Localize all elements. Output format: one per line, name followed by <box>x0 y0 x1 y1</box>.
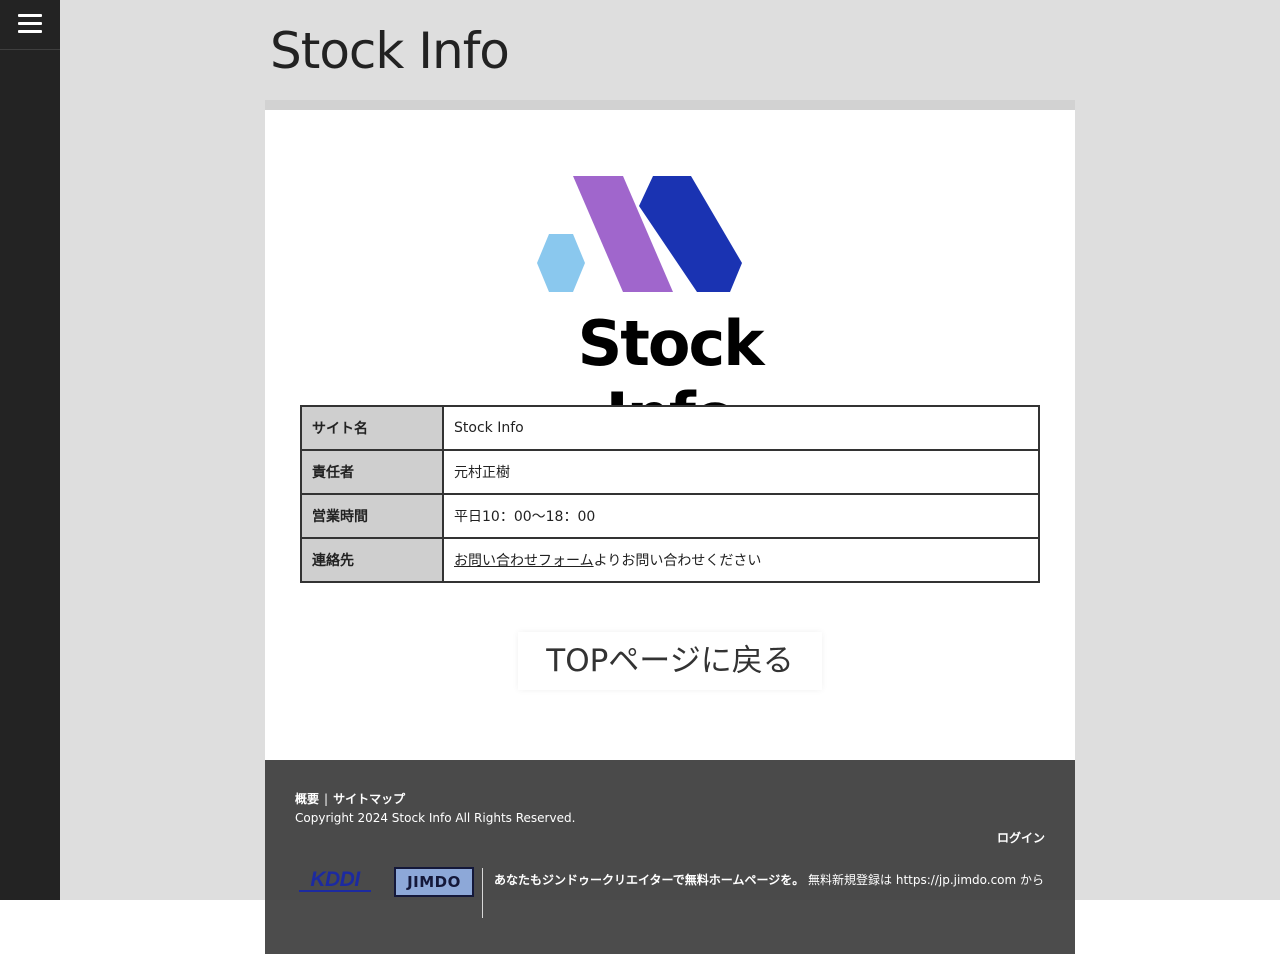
site-info-table: サイト名 Stock Info 責任者 元村正樹 営業時間 平日10：00〜18… <box>300 405 1040 583</box>
table-label: 責任者 <box>300 449 444 495</box>
promo-prefix: 無料新規登録は <box>808 873 893 887</box>
table-label: 連絡先 <box>300 537 444 583</box>
jimdo-promo: あなたもジンドゥークリエイターで無料ホームページを。 無料新規登録は https… <box>494 868 1054 893</box>
table-value: 平日10：00〜18：00 <box>442 493 1040 539</box>
logo-hexagon-shape <box>537 234 585 292</box>
footer-overview-link[interactable]: 概要 <box>295 792 319 806</box>
card-top-bar <box>265 100 1075 110</box>
site-title[interactable]: Stock Info <box>270 20 510 82</box>
table-value: 元村正樹 <box>442 449 1040 495</box>
table-row: サイト名 Stock Info <box>300 405 1040 451</box>
promo-headline[interactable]: あなたもジンドゥークリエイターで無料ホームページを。 <box>494 873 804 887</box>
footer: 概要 | サイトマップ Copyright 2024 Stock Info All … <box>265 760 1075 954</box>
contact-suffix-text: よりお問い合わせください <box>593 553 762 569</box>
hamburger-icon <box>18 30 42 33</box>
login-link[interactable]: ログイン <box>997 829 1045 846</box>
promo-suffix: から <box>1020 873 1045 887</box>
main-content-card: Stock Info サイト名 Stock Info 責任者 元村正樹 営業時間… <box>265 110 1075 760</box>
copyright-text: Copyright 2024 Stock Info All Rights Res… <box>295 811 576 825</box>
table-row: 営業時間 平日10：00〜18：00 <box>300 493 1040 539</box>
footer-divider <box>482 868 483 918</box>
promo-url: https://jp.jimdo.com <box>895 873 1017 887</box>
back-to-top-button[interactable]: TOPページに戻る <box>518 632 822 690</box>
hamburger-menu-button[interactable] <box>0 0 60 50</box>
footer-links: 概要 | サイトマップ <box>295 790 405 807</box>
footer-separator: | <box>324 792 329 806</box>
contact-form-link[interactable]: お問い合わせフォーム <box>454 553 594 569</box>
table-row: 連絡先 お問い合わせフォームよりお問い合わせください <box>300 537 1040 583</box>
table-value: Stock Info <box>442 405 1040 451</box>
hamburger-icon <box>18 14 42 17</box>
kddi-logo[interactable]: KDDI <box>295 865 375 895</box>
table-label: サイト名 <box>300 405 444 451</box>
logo-mark-icon <box>537 176 742 292</box>
hamburger-icon <box>18 22 42 25</box>
table-label: 営業時間 <box>300 493 444 539</box>
jimdo-logo[interactable]: JIMDO <box>394 867 474 897</box>
table-value: お問い合わせフォームよりお問い合わせください <box>442 537 1040 583</box>
site-logo: Stock Info <box>515 170 825 452</box>
sidebar <box>0 0 60 900</box>
footer-sitemap-link[interactable]: サイトマップ <box>333 792 405 806</box>
kddi-logo-text: KDDI <box>310 868 361 891</box>
table-row: 責任者 元村正樹 <box>300 449 1040 495</box>
